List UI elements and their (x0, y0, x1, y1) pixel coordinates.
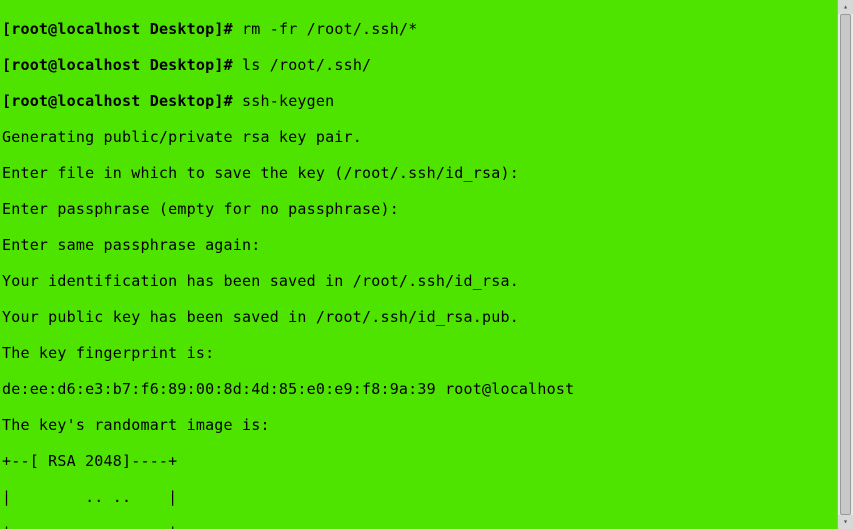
vertical-scrollbar[interactable]: ▴ ▾ (837, 0, 853, 529)
output-line: Enter same passphrase again: (2, 236, 837, 254)
command-text: ls /root/.ssh/ (242, 56, 371, 74)
prompt-line: [root@localhost Desktop]# ls /root/.ssh/ (2, 56, 837, 74)
output-line: Enter file in which to save the key (/ro… (2, 164, 837, 182)
randomart-line: | .. .. | (2, 488, 837, 506)
randomart-line: | . . ... | (2, 524, 837, 529)
output-line: Your public key has been saved in /root/… (2, 308, 837, 326)
scroll-up-icon[interactable]: ▴ (838, 0, 853, 14)
command-text: rm -fr /root/.ssh/* (242, 20, 417, 38)
output-line: Your identification has been saved in /r… (2, 272, 837, 290)
output-line: de:ee:d6:e3:b7:f6:89:00:8d:4d:85:e0:e9:f… (2, 380, 837, 398)
output-line: Enter passphrase (empty for no passphras… (2, 200, 837, 218)
prompt-line: [root@localhost Desktop]# rm -fr /root/.… (2, 20, 837, 38)
output-line: The key's randomart image is: (2, 416, 837, 434)
command-text: ssh-keygen (242, 92, 334, 110)
scrollbar-thumb[interactable] (840, 14, 851, 515)
output-line: Generating public/private rsa key pair. (2, 128, 837, 146)
terminal-window[interactable]: [root@localhost Desktop]# rm -fr /root/.… (0, 0, 837, 529)
randomart-line: +--[ RSA 2048]----+ (2, 452, 837, 470)
prompt-line: [root@localhost Desktop]# ssh-keygen (2, 92, 837, 110)
scroll-down-icon[interactable]: ▾ (838, 515, 853, 529)
output-line: The key fingerprint is: (2, 344, 837, 362)
